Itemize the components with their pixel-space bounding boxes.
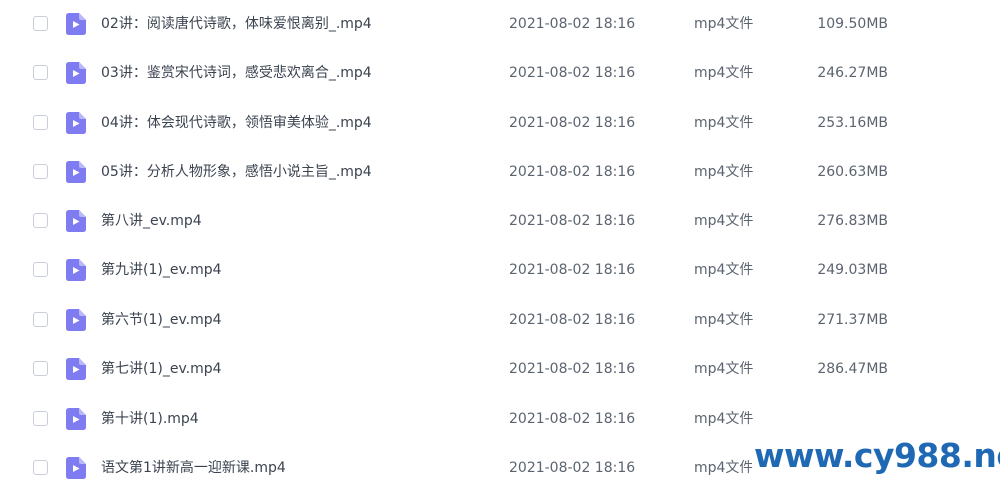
file-size: 271.37MB: [817, 312, 888, 328]
row-checkbox[interactable]: [33, 65, 48, 80]
file-name[interactable]: 第十讲(1).mp4: [101, 409, 199, 429]
file-row[interactable]: 03讲：鉴赏宋代诗词，感受悲欢离合_.mp4 2021-08-02 18:16 …: [0, 49, 1000, 98]
file-name[interactable]: 第七讲(1)_ev.mp4: [101, 359, 222, 379]
video-file-icon: [66, 161, 86, 183]
file-row[interactable]: 第六节(1)_ev.mp4 2021-08-02 18:16 mp4文件 271…: [0, 296, 1000, 345]
site-watermark: www.cy988.net: [752, 432, 1000, 480]
row-checkbox[interactable]: [33, 361, 48, 376]
video-file-icon: [66, 408, 86, 430]
file-date: 2021-08-02 18:16: [509, 312, 636, 328]
file-size: 276.83MB: [817, 213, 888, 229]
video-file-icon: [66, 358, 86, 380]
file-name[interactable]: 04讲：体会现代诗歌，领悟审美体验_.mp4: [101, 113, 372, 133]
file-type: mp4文件: [694, 213, 754, 229]
video-file-icon: [66, 13, 86, 35]
file-type: mp4文件: [694, 262, 754, 278]
row-checkbox[interactable]: [33, 115, 48, 130]
file-date: 2021-08-02 18:16: [509, 213, 636, 229]
file-list: 02讲：阅读唐代诗歌，体味爱恨离别_.mp4 2021-08-02 18:16 …: [0, 0, 1000, 498]
file-name[interactable]: 第八讲_ev.mp4: [101, 211, 202, 231]
file-row[interactable]: 04讲：体会现代诗歌，领悟审美体验_.mp4 2021-08-02 18:16 …: [0, 99, 1000, 148]
row-checkbox[interactable]: [33, 16, 48, 31]
row-checkbox[interactable]: [33, 262, 48, 277]
file-name[interactable]: 03讲：鉴赏宋代诗词，感受悲欢离合_.mp4: [101, 63, 372, 83]
row-checkbox[interactable]: [33, 411, 48, 426]
file-size: 253.16MB: [817, 115, 888, 131]
file-row[interactable]: 第八讲_ev.mp4 2021-08-02 18:16 mp4文件 276.83…: [0, 197, 1000, 246]
file-size: 286.47MB: [817, 361, 888, 377]
video-file-icon: [66, 112, 86, 134]
file-type: mp4文件: [694, 115, 754, 131]
video-file-icon: [66, 259, 86, 281]
video-file-icon: [66, 210, 86, 232]
file-type: mp4文件: [694, 411, 754, 427]
file-date: 2021-08-02 18:16: [509, 262, 636, 278]
row-checkbox[interactable]: [33, 312, 48, 327]
file-name[interactable]: 第六节(1)_ev.mp4: [101, 310, 222, 330]
file-size: 249.03MB: [817, 262, 888, 278]
video-file-icon: [66, 309, 86, 331]
file-row[interactable]: 05讲：分析人物形象，感悟小说主旨_.mp4 2021-08-02 18:16 …: [0, 148, 1000, 197]
file-size: 260.63MB: [817, 164, 888, 180]
file-name[interactable]: 第九讲(1)_ev.mp4: [101, 260, 222, 280]
file-date: 2021-08-02 18:16: [509, 411, 636, 427]
file-type: mp4文件: [694, 460, 754, 476]
row-checkbox[interactable]: [33, 213, 48, 228]
file-type: mp4文件: [694, 312, 754, 328]
file-type: mp4文件: [694, 65, 754, 81]
file-date: 2021-08-02 18:16: [509, 65, 636, 81]
file-type: mp4文件: [694, 16, 754, 32]
file-row[interactable]: 第七讲(1)_ev.mp4 2021-08-02 18:16 mp4文件 286…: [0, 345, 1000, 394]
file-date: 2021-08-02 18:16: [509, 460, 636, 476]
row-checkbox[interactable]: [33, 164, 48, 179]
row-checkbox[interactable]: [33, 460, 48, 475]
video-file-icon: [66, 62, 86, 84]
file-type: mp4文件: [694, 361, 754, 377]
file-name[interactable]: 02讲：阅读唐代诗歌，体味爱恨离别_.mp4: [101, 14, 372, 34]
file-type: mp4文件: [694, 164, 754, 180]
file-date: 2021-08-02 18:16: [509, 16, 636, 32]
video-file-icon: [66, 457, 86, 479]
file-size: 246.27MB: [817, 65, 888, 81]
file-date: 2021-08-02 18:16: [509, 361, 636, 377]
file-row[interactable]: 第九讲(1)_ev.mp4 2021-08-02 18:16 mp4文件 249…: [0, 246, 1000, 295]
file-row[interactable]: 02讲：阅读唐代诗歌，体味爱恨离别_.mp4 2021-08-02 18:16 …: [0, 0, 1000, 49]
file-size: 109.50MB: [817, 16, 888, 32]
file-name[interactable]: 语文第1讲新高一迎新课.mp4: [101, 458, 286, 478]
file-date: 2021-08-02 18:16: [509, 115, 636, 131]
file-date: 2021-08-02 18:16: [509, 164, 636, 180]
file-name[interactable]: 05讲：分析人物形象，感悟小说主旨_.mp4: [101, 162, 372, 182]
